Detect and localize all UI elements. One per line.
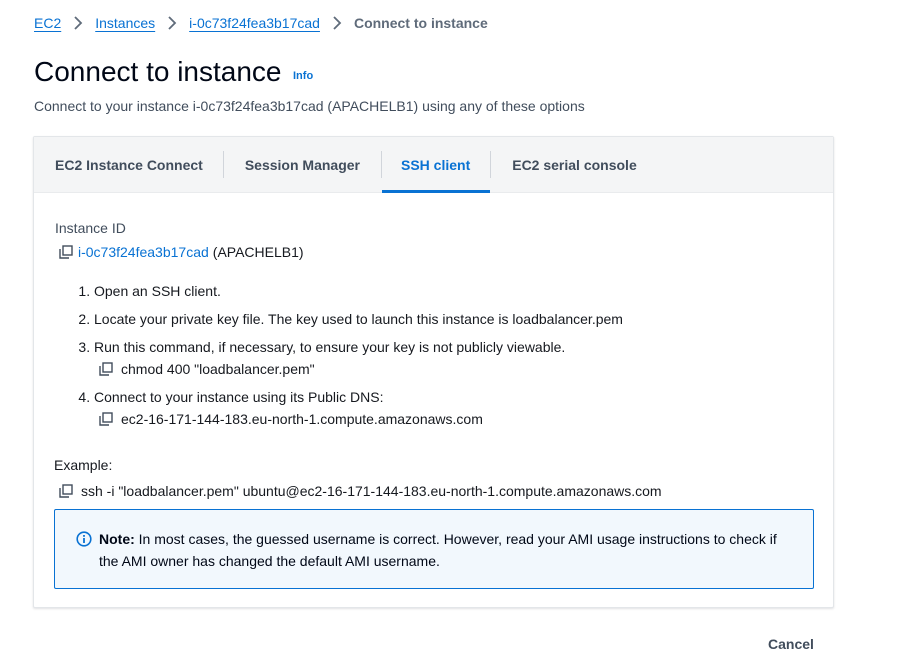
public-dns-value: ec2-16-171-144-183.eu-north-1.compute.am… [121, 411, 483, 427]
copy-icon[interactable] [58, 483, 74, 499]
note-label: Note: [99, 531, 135, 547]
step-text: Run this command, if necessary, to ensur… [94, 339, 566, 355]
breadcrumb-instances-link[interactable]: Instances [95, 13, 155, 33]
chevron-right-icon [167, 16, 177, 30]
tab-ec2-serial-console[interactable]: EC2 serial console [491, 137, 657, 192]
cancel-button[interactable]: Cancel [768, 636, 814, 652]
example-command: ssh -i "loadbalancer.pem" ubuntu@ec2-16-… [81, 483, 662, 499]
command-row: chmod 400 "loadbalancer.pem" [98, 359, 623, 379]
step-text: Locate your private key file. The key us… [94, 311, 623, 327]
list-item: Locate your private key file. The key us… [94, 309, 623, 329]
example-row: ssh -i "loadbalancer.pem" ubuntu@ec2-16-… [58, 481, 662, 501]
info-link[interactable]: Info [293, 70, 313, 82]
example-label: Example: [54, 457, 113, 473]
note-text: In most cases, the guessed username is c… [99, 531, 777, 569]
instance-id-label: Instance ID [55, 220, 126, 236]
breadcrumb-instance-id-link[interactable]: i-0c73f24fea3b17cad [189, 13, 320, 33]
list-item: Run this command, if necessary, to ensur… [94, 337, 623, 379]
chmod-command: chmod 400 "loadbalancer.pem" [121, 361, 315, 377]
list-item: Connect to your instance using its Publi… [94, 387, 623, 429]
chevron-right-icon [332, 16, 342, 30]
copy-icon[interactable] [98, 411, 114, 427]
info-alert: Note: In most cases, the guessed usernam… [54, 509, 814, 589]
breadcrumb-current: Connect to instance [353, 15, 488, 31]
chevron-right-icon [73, 16, 83, 30]
step-text: Connect to your instance using its Publi… [94, 389, 384, 405]
tab-list: EC2 Instance Connect Session Manager SSH… [34, 137, 833, 193]
page-title: Connect to instance [34, 56, 282, 87]
instance-name: (APACHELB1) [212, 244, 304, 260]
instance-id-link[interactable]: i-0c73f24fea3b17cad [78, 242, 209, 262]
instance-id-row: i-0c73f24fea3b17cad (APACHELB1) [58, 242, 304, 262]
step-text: Open an SSH client. [94, 283, 221, 299]
connect-panel: EC2 Instance Connect Session Manager SSH… [33, 136, 834, 608]
tab-session-manager[interactable]: Session Manager [224, 137, 381, 192]
page-description: Connect to your instance i-0c73f24fea3b1… [34, 98, 585, 114]
tab-ssh-client[interactable]: SSH client [381, 137, 491, 193]
tab-ec2-instance-connect[interactable]: EC2 Instance Connect [34, 137, 223, 192]
breadcrumb: EC2 Instances i-0c73f24fea3b17cad Connec… [34, 13, 488, 33]
copy-icon[interactable] [98, 361, 114, 377]
info-circle-icon [76, 531, 92, 553]
list-item: Open an SSH client. [94, 281, 623, 301]
steps-list: Open an SSH client. Locate your private … [74, 281, 623, 429]
breadcrumb-ec2-link[interactable]: EC2 [34, 13, 61, 33]
command-row: ec2-16-171-144-183.eu-north-1.compute.am… [98, 409, 623, 429]
copy-icon[interactable] [58, 244, 74, 260]
